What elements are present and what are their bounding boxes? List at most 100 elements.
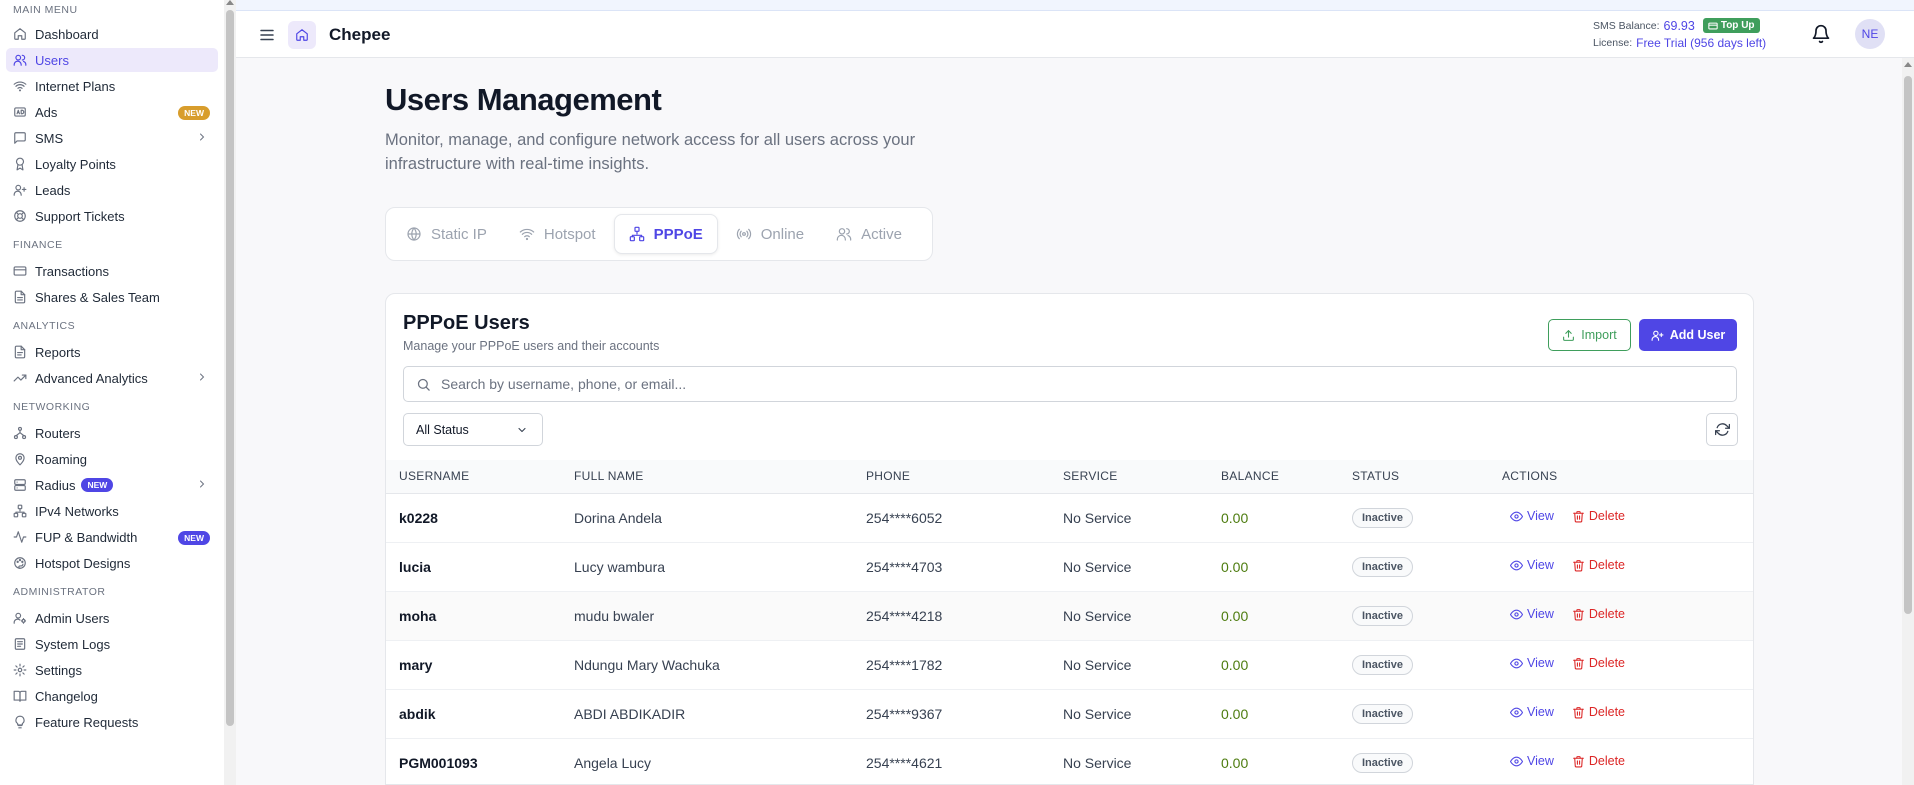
sidebar-item-label: FUP & Bandwidth xyxy=(35,529,138,545)
sidebar-item-label: Radius xyxy=(35,477,76,493)
eye-icon xyxy=(1510,755,1523,768)
view-label: View xyxy=(1527,705,1554,720)
import-button[interactable]: Import xyxy=(1548,319,1631,351)
eye-icon xyxy=(1510,706,1523,719)
trash-icon xyxy=(1572,657,1585,670)
table-row[interactable]: PGM001093 Angela Lucy 254****4621 No Servic… xyxy=(386,738,1753,784)
status-filter-select[interactable]: All Status xyxy=(403,413,543,446)
tab-active[interactable]: Active xyxy=(822,214,916,254)
cell-full-name: ABDI ABDIKADIR xyxy=(574,705,686,722)
sidebar-item-dashboard[interactable]: Dashboard xyxy=(6,22,218,46)
delete-button[interactable]: Delete xyxy=(1572,509,1625,523)
sidebar-item-advanced-analytics[interactable]: Advanced Analytics xyxy=(6,366,218,390)
cell-service: No Service xyxy=(1063,509,1132,526)
sidebar-item-roaming[interactable]: Roaming xyxy=(6,447,218,471)
sidebar-item-admin-users[interactable]: Admin Users xyxy=(6,606,218,630)
sidebar-item-internet-plans[interactable]: Internet Plans xyxy=(6,74,218,98)
sidebar-item-reports[interactable]: Reports xyxy=(6,340,218,364)
sidebar-item-shares-and-sales-team[interactable]: Shares & Sales Team xyxy=(6,285,218,309)
table-row[interactable]: lucia Lucy wambura 254****4703 No Service 0.… xyxy=(386,542,1753,591)
view-button[interactable]: View xyxy=(1510,754,1554,768)
license-value[interactable]: Free Trial (956 days left) xyxy=(1636,36,1766,50)
main-scroll-up-arrow-icon[interactable] xyxy=(1904,62,1912,67)
sidebar-item-radius[interactable]: Radius NEW xyxy=(6,473,218,497)
users-table: USERNAME FULL NAME PHONE SERVICE BALANCE STAT… xyxy=(386,460,1753,784)
delete-button[interactable]: Delete xyxy=(1572,656,1625,670)
search-input[interactable] xyxy=(441,376,1641,392)
table-row[interactable]: moha mudu bwaler 254****4218 No Service 0.00… xyxy=(386,591,1753,640)
sidebar-section-title: FINANCE xyxy=(13,239,63,251)
sidebar-item-ads[interactable]: Ads NEW xyxy=(6,100,218,124)
sidebar-item-label: Leads xyxy=(35,182,71,198)
tab-pppoe[interactable]: PPPoE xyxy=(613,214,718,254)
cell-actions: View Delete xyxy=(1489,689,1753,738)
sidebar-item-label: Loyalty Points xyxy=(35,156,116,172)
view-label: View xyxy=(1527,607,1554,622)
table-row[interactable]: abdik ABDI ABDIKADIR 254****9367 No Service… xyxy=(386,689,1753,738)
wifi-icon xyxy=(13,79,27,93)
trash-icon xyxy=(1572,510,1585,523)
table-row[interactable]: k0228 Dorina Andela 254****6052 No Service 0… xyxy=(386,493,1753,542)
cell-actions: View Delete xyxy=(1489,493,1753,542)
sidebar-item-ipv4-networks[interactable]: IPv4 Networks xyxy=(6,499,218,523)
sidebar-item-fup-and-bandwidth[interactable]: FUP & Bandwidth NEW xyxy=(6,525,218,549)
sidebar-item-settings[interactable]: Settings xyxy=(6,658,218,682)
new-badge: NEW xyxy=(81,478,114,492)
sidebar-item-users[interactable]: Users xyxy=(6,48,218,72)
scroll-up-arrow-icon[interactable] xyxy=(226,0,234,5)
sidebar-item-support-tickets[interactable]: Support Tickets xyxy=(6,204,218,228)
sidebar: MAIN MENU Dashboard Users Internet Plans Ads… xyxy=(0,0,224,785)
view-button[interactable]: View xyxy=(1510,656,1554,670)
add-user-button[interactable]: Add User xyxy=(1639,319,1737,351)
delete-button[interactable]: Delete xyxy=(1572,754,1625,768)
top-up-label: Top Up xyxy=(1720,20,1755,31)
trash-icon xyxy=(1572,559,1585,572)
tab-static-ip[interactable]: Static IP xyxy=(392,214,501,254)
delete-label: Delete xyxy=(1588,607,1626,622)
status-badge: Inactive xyxy=(1352,654,1413,675)
sidebar-item-transactions[interactable]: Transactions xyxy=(6,259,218,283)
delete-button[interactable]: Delete xyxy=(1572,705,1625,719)
card-subtitle: Manage your PPPoE users and their accoun… xyxy=(403,339,660,353)
sidebar-item-leads[interactable]: Leads xyxy=(6,178,218,202)
chevron-down-icon xyxy=(516,424,528,436)
view-button[interactable]: View xyxy=(1510,705,1554,719)
broadcast-icon xyxy=(736,226,752,242)
sidebar-scrollbar[interactable] xyxy=(224,0,236,785)
avatar[interactable]: NE xyxy=(1855,19,1885,49)
home-icon[interactable] xyxy=(288,21,316,49)
refresh-button[interactable] xyxy=(1706,413,1738,446)
main-scrollbar[interactable] xyxy=(1902,58,1914,785)
bell-icon[interactable] xyxy=(1811,24,1831,44)
top-up-button[interactable]: Top Up xyxy=(1702,18,1760,33)
view-button[interactable]: View xyxy=(1510,558,1554,572)
sidebar-item-hotspot-designs[interactable]: Hotspot Designs xyxy=(6,551,218,575)
sidebar-item-label: Internet Plans xyxy=(35,78,116,94)
main-scroll-thumb[interactable] xyxy=(1904,76,1912,614)
tab-online[interactable]: Online xyxy=(722,214,818,254)
tab-hotspot[interactable]: Hotspot xyxy=(505,214,610,254)
sidebar-item-system-logs[interactable]: System Logs xyxy=(6,632,218,656)
chevron-right-icon xyxy=(196,371,208,383)
cell-status: Inactive xyxy=(1339,591,1489,640)
award-icon xyxy=(13,157,27,171)
view-button[interactable]: View xyxy=(1510,607,1554,621)
sidebar-item-changelog[interactable]: Changelog xyxy=(6,684,218,708)
table-row[interactable]: mary Ndungu Mary Wachuka 254****1782 No Ser… xyxy=(386,640,1753,689)
delete-label: Delete xyxy=(1588,754,1626,769)
delete-button[interactable]: Delete xyxy=(1572,558,1625,572)
sidebar-item-routers[interactable]: Routers xyxy=(6,421,218,445)
users-icon xyxy=(836,226,852,242)
tab-label: Active xyxy=(861,225,902,243)
sidebar-item-feature-requests[interactable]: Feature Requests xyxy=(6,710,218,734)
view-button[interactable]: View xyxy=(1510,509,1554,523)
delete-button[interactable]: Delete xyxy=(1572,607,1625,621)
user-plus-icon xyxy=(13,183,27,197)
home-icon xyxy=(13,27,27,41)
delete-label: Delete xyxy=(1588,705,1626,720)
menu-icon[interactable] xyxy=(258,26,276,44)
sidebar-scroll-thumb[interactable] xyxy=(226,10,234,726)
gear-icon xyxy=(13,663,27,677)
sidebar-item-loyalty-points[interactable]: Loyalty Points xyxy=(6,152,218,176)
sidebar-item-sms[interactable]: SMS xyxy=(6,126,218,150)
